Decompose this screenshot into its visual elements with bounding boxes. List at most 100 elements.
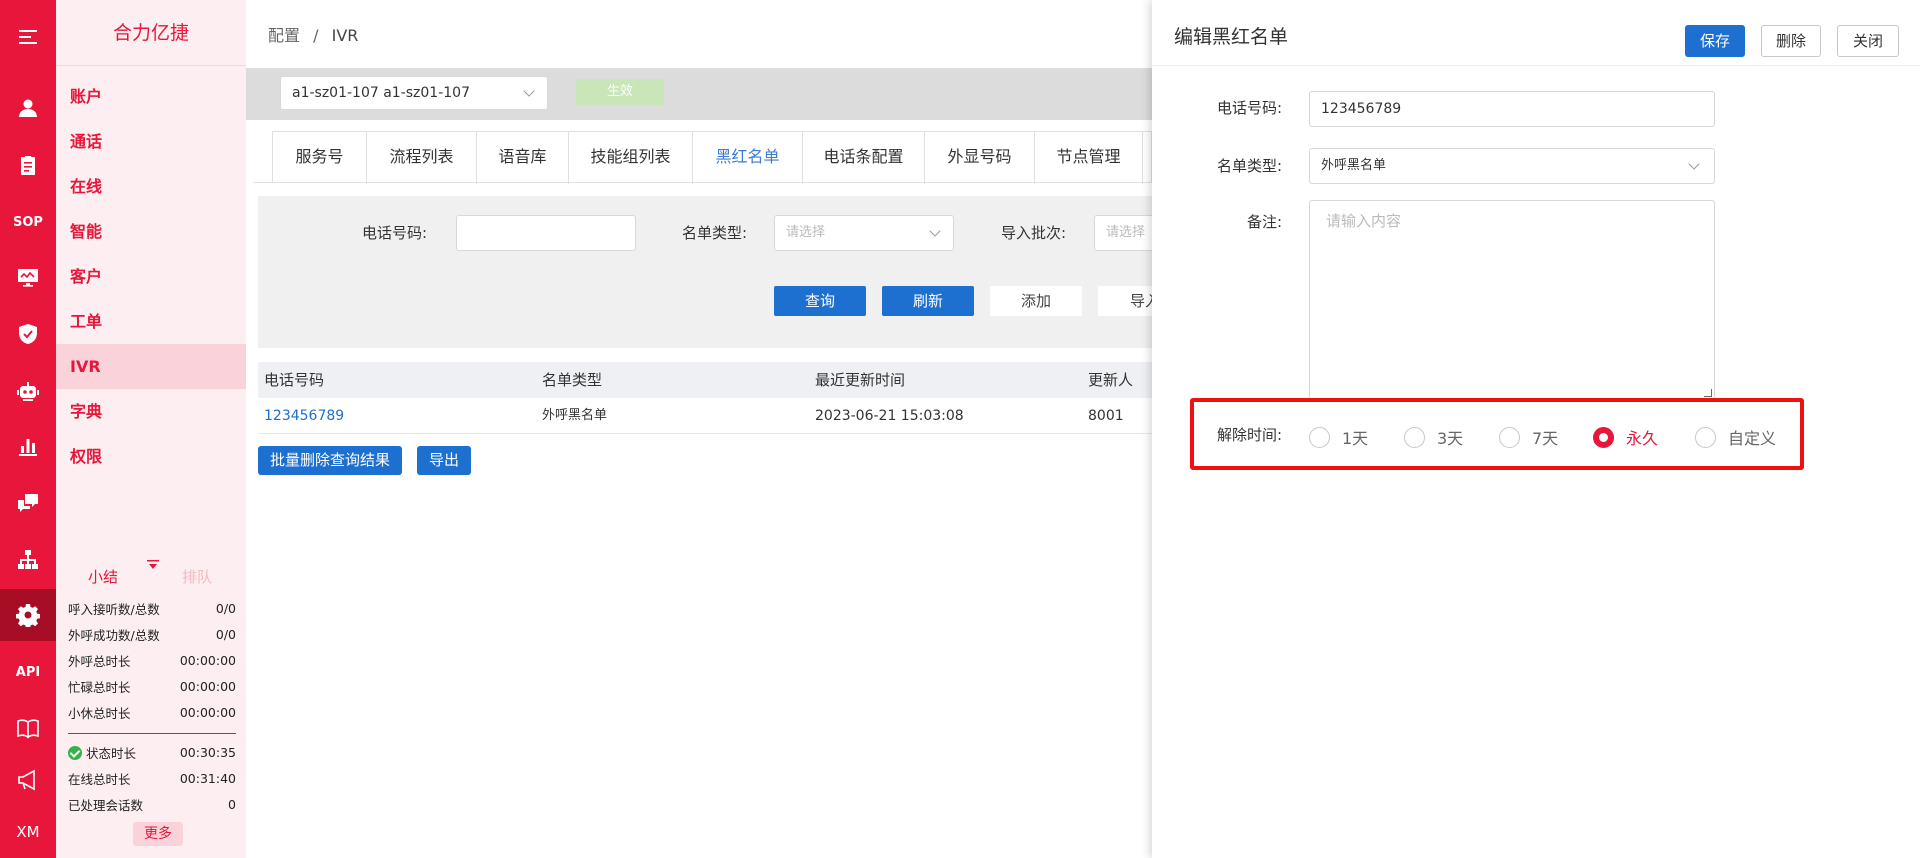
book-icon[interactable] xyxy=(0,702,56,754)
release-time-label: 解除时间: xyxy=(1216,426,1282,444)
tab-bar: 服务号 流程列表 语音库 技能组列表 黑红名单 电话条配置 外显号码 节点管理 xyxy=(272,131,1152,184)
robot-icon[interactable] xyxy=(0,366,56,418)
radio-icon xyxy=(1499,426,1520,448)
menu-item-customer[interactable]: 客户 xyxy=(56,254,246,299)
breadcrumb-current: IVR xyxy=(331,26,359,45)
column-header: 最近更新时间 xyxy=(815,371,906,389)
menu-item-online[interactable]: 在线 xyxy=(56,164,246,209)
stat-row: 外呼总时长 00:00:00 xyxy=(68,652,236,669)
menu-item-permission[interactable]: 权限 xyxy=(56,434,246,479)
menu-item-call[interactable]: 通话 xyxy=(56,119,246,164)
radio-icon xyxy=(1309,426,1330,448)
column-header: 电话号码 xyxy=(264,371,325,389)
release-option-7day[interactable]: 7天 xyxy=(1499,425,1558,449)
sop-icon[interactable]: SOP xyxy=(0,196,56,248)
stat-row: 状态时长 00:30:35 xyxy=(68,739,236,765)
tab-skill-group[interactable]: 技能组列表 xyxy=(569,132,693,184)
chevron-down-icon xyxy=(523,85,535,97)
clipboard-icon[interactable] xyxy=(0,139,56,191)
list-type-select[interactable]: 请选择 xyxy=(774,215,954,251)
bar-chart-icon[interactable] xyxy=(0,420,56,472)
breadcrumb: 配置 / IVR xyxy=(268,22,358,46)
import-button[interactable]: 导入 xyxy=(1098,286,1152,316)
table-header: 电话号码 名单类型 最近更新时间 更新人 xyxy=(258,362,1152,398)
resize-handle-icon[interactable] xyxy=(1704,389,1712,397)
api-icon[interactable]: API xyxy=(0,646,56,698)
shield-icon[interactable] xyxy=(0,308,56,360)
phone-field[interactable]: 123456789 xyxy=(1309,91,1715,127)
batch-delete-button[interactable]: 批量删除查询结果 xyxy=(258,446,403,475)
check-circle-icon xyxy=(68,745,82,760)
settings-gear-icon[interactable] xyxy=(0,589,56,641)
tab-node-management[interactable]: 节点管理 xyxy=(1035,132,1143,184)
tab-summary[interactable]: 小结 xyxy=(88,566,118,587)
tabs-underline xyxy=(254,182,1152,183)
column-header: 名单类型 xyxy=(542,371,603,389)
breadcrumb-parent[interactable]: 配置 xyxy=(268,26,300,45)
hamburger-menu-icon[interactable] xyxy=(0,11,56,63)
menu-item-account[interactable]: 账户 xyxy=(56,74,246,119)
phone-label: 电话号码: xyxy=(362,224,428,242)
list-type-field[interactable]: 外呼黑名单 xyxy=(1309,148,1715,184)
list-type-label: 名单类型: xyxy=(682,224,748,242)
table-row: 123456789 外呼黑名单 2023-06-21 15:03:08 8001 xyxy=(258,398,1152,434)
stat-row: 忙碌总时长 00:00:00 xyxy=(68,678,236,695)
xm-icon[interactable]: XM xyxy=(0,806,56,858)
tab-voice-library[interactable]: 语音库 xyxy=(477,132,569,184)
monitor-icon[interactable] xyxy=(0,251,56,303)
user-icon[interactable] xyxy=(0,82,56,134)
edit-drawer: 编辑黑红名单 保存 删除 关闭 电话号码: 123456789 名单类型: 外呼… xyxy=(1152,0,1920,858)
list-type-cell: 外呼黑名单 xyxy=(542,408,608,423)
toolbar: a1-sz01-107 a1-sz01-107 生效 xyxy=(246,68,1152,120)
phone-field-label: 电话号码: xyxy=(1216,99,1282,117)
tab-service-number[interactable]: 服务号 xyxy=(273,132,367,184)
close-button[interactable]: 关闭 xyxy=(1837,25,1899,57)
breadcrumb-separator: / xyxy=(313,26,319,45)
side-menu: 合力亿捷 账户 通话 在线 智能 客户 工单 IVR 字典 权限 小结 排队 呼… xyxy=(56,0,246,858)
release-option-3day[interactable]: 3天 xyxy=(1404,425,1463,449)
stats-tabs: 小结 排队 xyxy=(56,560,246,590)
menu-item-ticket[interactable]: 工单 xyxy=(56,299,246,344)
drawer-header: 编辑黑红名单 保存 删除 关闭 xyxy=(1152,0,1920,66)
export-button[interactable]: 导出 xyxy=(417,446,472,475)
stats-divider xyxy=(68,733,236,734)
tab-black-red-list[interactable]: 黑红名单 xyxy=(693,132,803,184)
service-select[interactable]: a1-sz01-107 a1-sz01-107 xyxy=(280,76,548,110)
remark-textarea[interactable]: 请输入内容 xyxy=(1309,200,1715,400)
phone-link[interactable]: 123456789 xyxy=(264,398,344,434)
import-batch-label: 导入批次: xyxy=(1001,224,1067,242)
menu-item-dictionary[interactable]: 字典 xyxy=(56,389,246,434)
radio-icon xyxy=(1695,426,1716,448)
release-option-permanent[interactable]: 永久 xyxy=(1593,425,1658,449)
add-button[interactable]: 添加 xyxy=(990,286,1082,316)
save-button[interactable]: 保存 xyxy=(1685,25,1745,57)
refresh-button[interactable]: 刷新 xyxy=(882,286,974,316)
tab-phone-bar-config[interactable]: 电话条配置 xyxy=(803,132,925,184)
release-option-1day[interactable]: 1天 xyxy=(1309,425,1368,449)
tab-flow-list[interactable]: 流程列表 xyxy=(367,132,477,184)
icon-rail: SOP API XM xyxy=(0,0,56,858)
list-type-field-label: 名单类型: xyxy=(1216,157,1282,175)
more-button[interactable]: 更多 xyxy=(133,822,183,846)
menu-item-smart[interactable]: 智能 xyxy=(56,209,246,254)
org-chart-icon[interactable] xyxy=(0,534,56,586)
menu-item-ivr[interactable]: IVR xyxy=(56,344,246,389)
chevron-down-icon xyxy=(1688,158,1700,170)
query-panel: 电话号码: 名单类型: 请选择 导入批次: 请选择 查询 刷新 添加 导入 xyxy=(258,196,1152,348)
chat-icon[interactable] xyxy=(0,478,56,530)
release-option-custom[interactable]: 自定义 xyxy=(1695,425,1776,449)
apply-button[interactable]: 生效 xyxy=(576,79,664,105)
drawer-title: 编辑黑红名单 xyxy=(1174,26,1289,48)
collapse-caret-icon[interactable] xyxy=(147,560,159,570)
delete-button[interactable]: 删除 xyxy=(1761,25,1821,57)
tab-display-number[interactable]: 外显号码 xyxy=(925,132,1035,184)
phone-input[interactable] xyxy=(456,215,636,251)
tab-queue[interactable]: 排队 xyxy=(182,566,212,587)
query-button[interactable]: 查询 xyxy=(774,286,866,316)
radio-icon xyxy=(1404,426,1425,448)
megaphone-icon[interactable] xyxy=(0,754,56,806)
stat-row: 外呼成功数/总数 0/0 xyxy=(68,626,236,643)
stat-row: 小休总时长 00:00:00 xyxy=(68,704,236,721)
updated-time-cell: 2023-06-21 15:03:08 xyxy=(815,408,964,424)
import-batch-select[interactable]: 请选择 xyxy=(1094,215,1152,251)
